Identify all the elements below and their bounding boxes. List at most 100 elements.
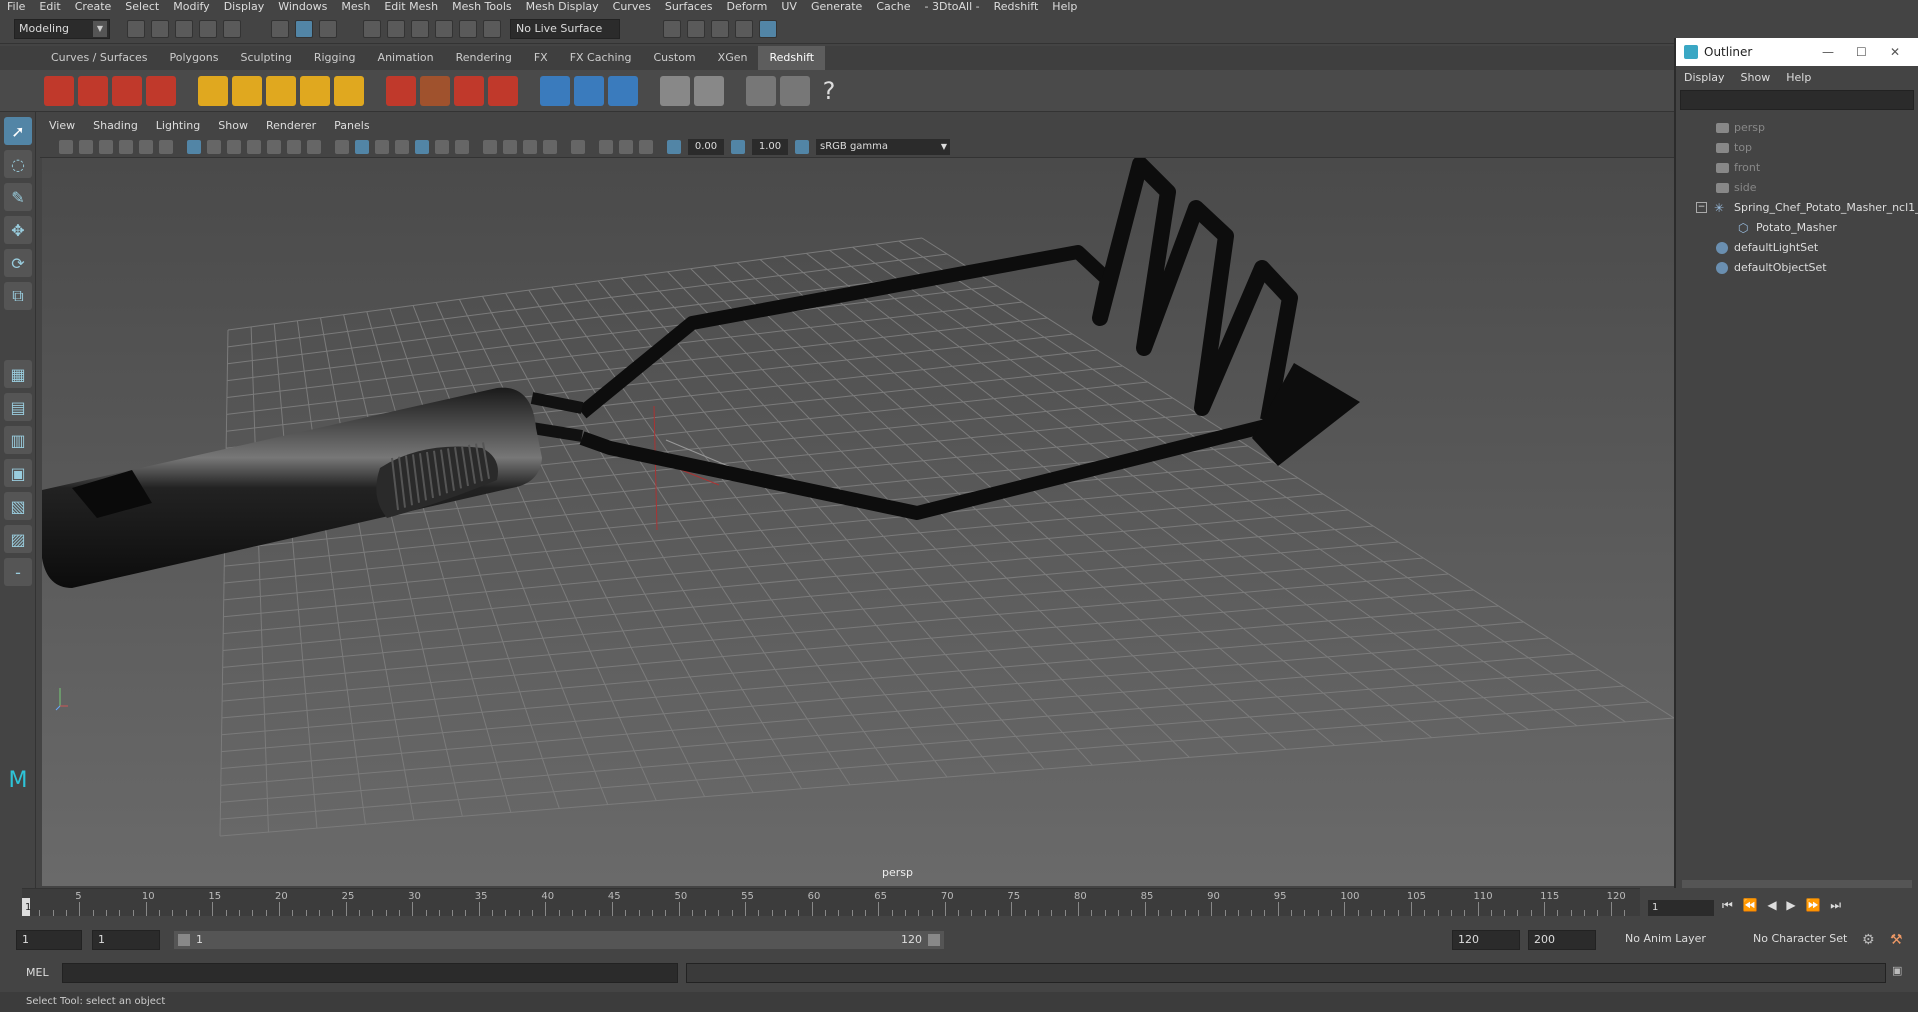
ipr-render-icon[interactable] — [711, 19, 729, 38]
gate-mask-icon[interactable] — [247, 139, 261, 154]
playback-options-icon[interactable]: ⚙ — [1862, 932, 1875, 948]
scale-tool-icon[interactable]: ⧉ — [4, 282, 32, 310]
menu-mesh-tools[interactable]: Mesh Tools — [445, 0, 519, 14]
single-view-icon[interactable]: ▦ — [4, 360, 32, 388]
tab-redshift[interactable]: Redshift — [758, 46, 826, 70]
smooth-shade-icon[interactable] — [355, 139, 369, 154]
xray-active-icon[interactable] — [619, 139, 633, 154]
outliner-item-default-light-set[interactable]: defaultLightSet — [1676, 238, 1918, 258]
script-editor-button-icon[interactable]: ▣ — [1892, 964, 1902, 977]
menu-file[interactable]: File — [0, 0, 32, 14]
menu-select[interactable]: Select — [118, 0, 166, 14]
grease-pencil-icon[interactable] — [159, 139, 173, 154]
snap-curve-icon[interactable] — [387, 19, 405, 38]
redshift-settings-icon[interactable] — [146, 75, 176, 106]
redshift-ipr-icon[interactable] — [112, 75, 142, 106]
menu-generate[interactable]: Generate — [804, 0, 869, 14]
menu-mesh[interactable]: Mesh — [334, 0, 377, 14]
safe-title-icon[interactable] — [307, 139, 321, 154]
outliner-search-input[interactable] — [1680, 90, 1914, 110]
redshift-light-icon[interactable] — [198, 75, 228, 106]
tab-rigging[interactable]: Rigging — [303, 46, 367, 70]
panel-menu-renderer[interactable]: Renderer — [257, 119, 325, 132]
layout-options-icon[interactable]: - — [4, 558, 32, 586]
outliner-item-side[interactable]: side — [1676, 178, 1918, 198]
screen-space-ao-icon[interactable] — [483, 139, 497, 154]
depth-of-field-icon[interactable] — [543, 139, 557, 154]
color-space-select[interactable]: sRGB gamma ▼ — [816, 138, 950, 155]
new-scene-icon[interactable] — [127, 19, 145, 38]
redshift-sphere-icon[interactable] — [488, 75, 518, 106]
persp-hypershade-icon[interactable]: ▨ — [4, 525, 32, 553]
scene-end-field[interactable]: 200 — [1528, 930, 1596, 950]
live-surface-field[interactable]: No Live Surface — [510, 18, 620, 39]
select-object-icon[interactable] — [295, 19, 313, 38]
render-frame-icon[interactable] — [735, 19, 753, 38]
open-scene-icon[interactable] — [151, 19, 169, 38]
xray-joints-icon[interactable] — [639, 139, 653, 154]
outliner-menu-help[interactable]: Help — [1778, 71, 1819, 84]
tab-xgen[interactable]: XGen — [707, 46, 759, 70]
2d-pan-zoom-icon[interactable] — [139, 139, 153, 154]
outliner-item-mesh[interactable]: ⬡ Potato_Masher — [1676, 218, 1918, 238]
menu-cache[interactable]: Cache — [869, 0, 917, 14]
redshift-proxy-icon[interactable] — [540, 75, 570, 106]
outliner-menu-show[interactable]: Show — [1733, 71, 1779, 84]
redo-icon[interactable] — [223, 19, 241, 38]
panel-menu-show[interactable]: Show — [209, 119, 257, 132]
range-end-handle[interactable] — [928, 934, 940, 946]
current-frame-field[interactable]: 1 — [1648, 900, 1714, 916]
anim-layer-select[interactable]: No Anim Layer — [1620, 930, 1738, 950]
film-gate-icon[interactable] — [207, 139, 221, 154]
color-management-icon[interactable] — [795, 139, 809, 154]
playback-start-field[interactable]: 1 — [92, 930, 160, 950]
redshift-proxy-swap-icon[interactable] — [608, 75, 638, 106]
select-tool-icon[interactable]: ➚ — [4, 117, 32, 145]
viewport[interactable]: persp — [42, 158, 1674, 886]
snap-grid-icon[interactable] — [363, 19, 381, 38]
camera-select-icon[interactable] — [59, 139, 73, 154]
close-icon[interactable]: ✕ — [1890, 38, 1900, 66]
four-view-icon[interactable]: ▤ — [4, 393, 32, 421]
render-view-icon[interactable] — [687, 19, 705, 38]
bookmark-icon[interactable] — [99, 139, 113, 154]
tab-fx-caching[interactable]: FX Caching — [559, 46, 643, 70]
tab-custom[interactable]: Custom — [643, 46, 707, 70]
wireframe-on-shaded-icon[interactable] — [395, 139, 409, 154]
outliner-menu-display[interactable]: Display — [1676, 71, 1733, 84]
lasso-tool-icon[interactable]: ◌ — [4, 150, 32, 178]
range-slider[interactable]: 1 120 — [174, 931, 944, 949]
snap-view-icon[interactable] — [435, 19, 453, 38]
save-scene-icon[interactable] — [175, 19, 193, 38]
menu-display[interactable]: Display — [217, 0, 272, 14]
select-hierarchy-icon[interactable] — [271, 19, 289, 38]
exposure-field[interactable]: 0.00 — [688, 138, 724, 155]
command-language-label[interactable]: MEL — [26, 966, 49, 979]
tab-animation[interactable]: Animation — [367, 46, 445, 70]
auto-key-icon[interactable]: ⚒ — [1890, 932, 1903, 948]
redshift-rv-icon[interactable] — [44, 75, 74, 106]
snap-point-icon[interactable] — [411, 19, 429, 38]
hypershade-icon[interactable] — [759, 19, 777, 38]
snap-vertex-icon[interactable] — [483, 19, 501, 38]
menu-3dtoall[interactable]: - 3DtoAll - — [918, 0, 987, 14]
menu-curves[interactable]: Curves — [606, 0, 658, 14]
script-editor-icon[interactable] — [746, 75, 776, 106]
undo-icon[interactable] — [199, 19, 217, 38]
redshift-hair-icon[interactable] — [420, 75, 450, 106]
redshift-render-icon[interactable] — [78, 75, 108, 106]
rotate-tool-icon[interactable]: ⟳ — [4, 249, 32, 277]
menu-create[interactable]: Create — [68, 0, 119, 14]
collapse-icon[interactable]: − — [1696, 202, 1707, 213]
select-component-icon[interactable] — [319, 19, 337, 38]
two-view-icon[interactable]: ▥ — [4, 426, 32, 454]
image-plane-icon[interactable] — [119, 139, 133, 154]
tab-curves-surfaces[interactable]: Curves / Surfaces — [40, 46, 159, 70]
time-ruler[interactable]: 5 10 15 20 25 30 35 40 45 50 55 60 65 70 75 80 85 90 95 100… — [22, 888, 1640, 916]
snap-surface-icon[interactable] — [459, 19, 477, 38]
gamma-field[interactable]: 1.00 — [752, 138, 788, 155]
textured-icon[interactable] — [415, 139, 429, 154]
move-tool-icon[interactable]: ✥ — [4, 216, 32, 244]
isolate-select-icon[interactable] — [571, 139, 585, 154]
panel-menu-panels[interactable]: Panels — [325, 119, 378, 132]
